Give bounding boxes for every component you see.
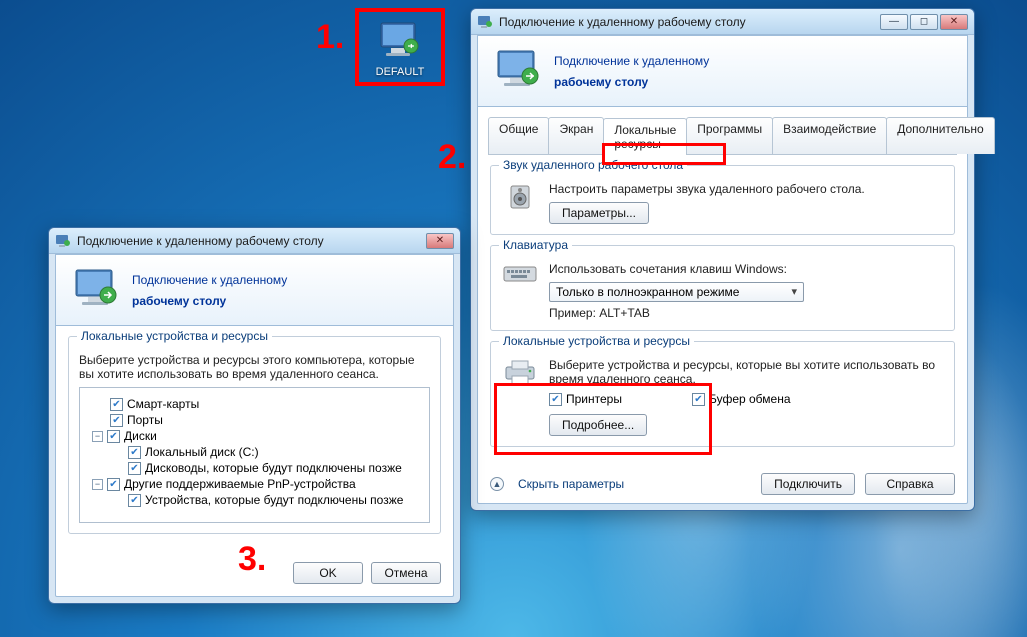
tree-toggle[interactable] [92,479,103,490]
devices-desc: Выберите устройства и ресурсы, которые в… [549,358,944,386]
group-remote-audio: Звук удаленного рабочего стола Настроить… [490,165,955,235]
tree-toggle[interactable] [92,431,103,442]
device-tree: Смарт-карты Порты Диски Локальный диск (… [79,387,430,523]
audio-desc: Настроить параметры звука удаленного раб… [549,182,944,196]
maximize-button[interactable]: ◻ [910,14,938,30]
group-local-devices: Локальные устройства и ресурсы Выберите … [68,336,441,534]
keyboard-combo-select[interactable]: Только в полноэкранном режиме [549,282,804,302]
speaker-icon [501,182,539,212]
rdp-icon [55,233,71,249]
window-title: Подключение к удаленному рабочему столу [77,234,426,248]
close-button[interactable]: ✕ [940,14,968,30]
group-legend: Локальные устройства и ресурсы [77,329,272,343]
hide-params-link[interactable]: Скрыть параметры [518,477,624,491]
help-button[interactable]: Справка [865,473,955,495]
tree-item-smartcards[interactable]: Смарт-карты [110,396,421,412]
close-button[interactable]: ✕ [426,233,454,249]
devices-more-button[interactable]: Подробнее... [549,414,647,436]
connect-button[interactable]: Подключить [761,473,855,495]
monitor-icon [494,46,542,94]
tree-item-local-c[interactable]: Локальный диск (C:) [128,444,421,460]
annotation-label-3: 3. [238,540,266,579]
tab-bar: Общие Экран Локальные ресурсы Программы … [488,117,957,155]
tree-item-drives[interactable]: Диски [92,428,421,444]
keyboard-desc: Использовать сочетания клавиш Windows: [549,262,944,276]
group-keyboard: Клавиатура Использовать сочетания клавиш… [490,245,955,331]
annotation-label-1: 1. [316,18,344,57]
header-banner: Подключение к удаленному рабочему столу [56,255,453,326]
window-title: Подключение к удаленному рабочему столу [499,15,880,29]
monitor-icon [72,265,120,313]
desktop-icon-rdp[interactable]: DEFAULT [370,20,430,78]
printer-icon [501,358,539,386]
audio-params-button[interactable]: Параметры... [549,202,649,224]
tab-programs[interactable]: Программы [686,117,773,154]
tab-local-resources[interactable]: Локальные ресурсы [603,118,687,155]
rdp-main-window: Подключение к удаленному рабочему столу … [470,8,975,511]
group-legend: Звук удаленного рабочего стола [499,158,687,172]
minimize-button[interactable]: — [880,14,908,30]
tree-item-later-devices[interactable]: Устройства, которые будут подключены поз… [128,492,421,508]
titlebar[interactable]: Подключение к удаленному рабочему столу … [49,228,460,254]
header-title: Подключение к удаленному рабочему столу [554,49,709,90]
group-local-devices: Локальные устройства и ресурсы Выберите … [490,341,955,447]
devices-desc: Выберите устройства и ресурсы этого комп… [79,353,430,381]
checkbox-printers[interactable]: Принтеры [549,392,622,406]
rdp-icon [477,14,493,30]
tab-interaction[interactable]: Взаимодействие [772,117,887,154]
tab-general[interactable]: Общие [488,117,549,154]
cancel-button[interactable]: Отмена [371,562,441,584]
tree-item-later-drives[interactable]: Дисководы, которые будут подключены позж… [128,460,421,476]
monitor-icon [377,20,423,62]
titlebar[interactable]: Подключение к удаленному рабочему столу … [471,9,974,35]
tree-item-other-pnp[interactable]: Другие поддерживаемые PnP-устройства [92,476,421,492]
header-title: Подключение к удаленному рабочему столу [132,268,287,309]
annotation-label-2: 2. [438,138,466,177]
group-legend: Клавиатура [499,238,572,252]
ok-button[interactable]: OK [293,562,363,584]
group-legend: Локальные устройства и ресурсы [499,334,694,348]
keyboard-icon [501,262,539,284]
keyboard-example: Пример: ALT+TAB [549,306,944,320]
tab-advanced[interactable]: Дополнительно [886,117,994,154]
tree-item-ports[interactable]: Порты [110,412,421,428]
checkbox-clipboard[interactable]: Буфер обмена [692,392,791,406]
tab-screen[interactable]: Экран [548,117,604,154]
desktop-icon-label: DEFAULT [370,66,430,78]
header-banner: Подключение к удаленному рабочему столу [478,36,967,107]
collapse-icon[interactable]: ▲ [490,477,504,491]
